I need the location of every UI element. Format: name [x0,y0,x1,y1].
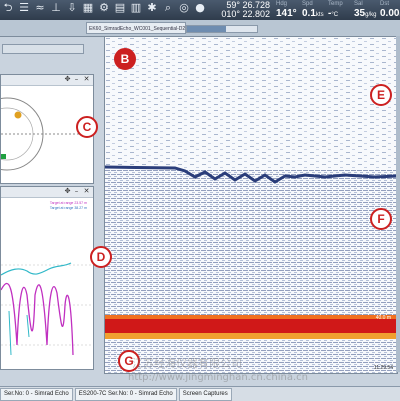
close-icon[interactable]: ✕ [83,188,90,195]
meter-distance: Dst 0.00nm [380,1,400,19]
search-icon[interactable]: ⌕ [162,2,174,14]
replay-slider[interactable] [186,25,258,33]
callout-d: D [90,246,112,268]
tab-bar: EK60_SimradEcho_WC001_Sequential-D2012 [0,20,400,54]
bottom-echo-orange [105,315,397,319]
echogram-scrollbar[interactable] [396,36,400,372]
meter-heading: Hdg 141° [276,1,297,19]
spectrum-trace-cyan [1,262,72,276]
download-icon[interactable]: ⇩ [66,2,78,14]
layout-icon[interactable]: ▦ [82,2,94,14]
status-bar: Ser.No: 0 - Simrad Echo ES200-7C Ser.No:… [0,386,400,401]
fish-icon[interactable]: ≈ [34,2,46,14]
depth-icon[interactable]: ⊥ [50,2,62,14]
close-icon[interactable]: ✕ [83,76,90,83]
meter-salinity: Sal 35g/kg [354,1,377,19]
replay-slider-fill [187,26,226,32]
callout-e: E [370,84,392,106]
gear-icon[interactable]: ✱ [146,2,158,14]
meter-temperature: Temp -°C [328,1,343,19]
horizontal-scroll[interactable] [2,44,84,54]
spectrum-panel-header: ✥ – ✕ [1,187,93,198]
status-tab-transceiver-1[interactable]: Ser.No: 0 - Simrad Echo [0,387,73,401]
target-range-2: Target at range 38.27 m [49,206,87,210]
callout-f: F [370,208,392,230]
chart-icon[interactable]: ▥ [130,2,142,14]
meter-speed: Spd 0.1kts [302,1,324,19]
tab-echogram[interactable]: EK60_SimradEcho_WC001_Sequential-D2012 [86,22,186,34]
back-icon[interactable]: ⮌ [2,2,14,14]
target-marker-orange [14,111,22,119]
watermark-url: http://www.jingminghan.cn.china.cn [128,372,308,383]
pin-icon[interactable]: ✥ [64,76,71,83]
minimize-icon[interactable]: – [73,188,80,195]
watermark-company: 江苏经海仪器有限公司 [132,357,242,370]
position-panel-header: ✥ – ✕ [1,75,93,86]
menu-icon[interactable]: ☰ [18,2,30,14]
status-tab-transceiver-2[interactable]: ES200-7C Ser.No: 0 - Simrad Echo [74,387,177,401]
target-marker-green [1,154,6,159]
callout-b: B [114,48,136,70]
minimize-icon[interactable]: – [73,76,80,83]
settings-icon[interactable]: ⚙ [98,2,110,14]
callout-c: C [76,116,98,138]
water-column-upper [105,37,397,169]
ping-icon[interactable]: ◎ [178,2,190,14]
status-tab-screen-captures[interactable]: Screen Captures [178,387,232,401]
water-column-lower [105,169,397,317]
longitude-value: 010° 22.802 [221,9,270,19]
bottom-echo-yellow [105,333,397,339]
main-toolbar: ⮌ ☰ ≈ ⊥ ⇩ ▦ ⚙ ▤ ▥ ✱ ⌕ ◎ ● 59° 26.728 010… [0,0,400,21]
bottom-depth-label: 40.0 m [375,315,391,321]
time-label: 11:29:54 [373,365,393,371]
spectrum-plot [1,262,93,356]
target-range-1: Target at range 23.57 m [49,201,87,205]
position-readout: 59° 26.728 010° 22.802 [202,1,270,19]
spectrum-panel: ✥ – ✕ Target at range 23.57 m Target at … [0,186,94,370]
pin-icon[interactable]: ✥ [64,188,71,195]
sensor-meters: Hdg 141° Spd 0.1kts Temp -°C Sal 35g/kg … [276,0,400,21]
toolbar-icons: ⮌ ☰ ≈ ⊥ ⇩ ▦ ⚙ ▤ ▥ ✱ ⌕ ◎ ● [2,2,206,14]
echogram-icon[interactable]: ▤ [114,2,126,14]
spectrum-trace-magenta [1,282,74,356]
echogram-plot [105,37,397,373]
echogram-view[interactable]: 40.0 m 11:29:54 [104,36,398,374]
bottom-echo-red [105,319,397,333]
